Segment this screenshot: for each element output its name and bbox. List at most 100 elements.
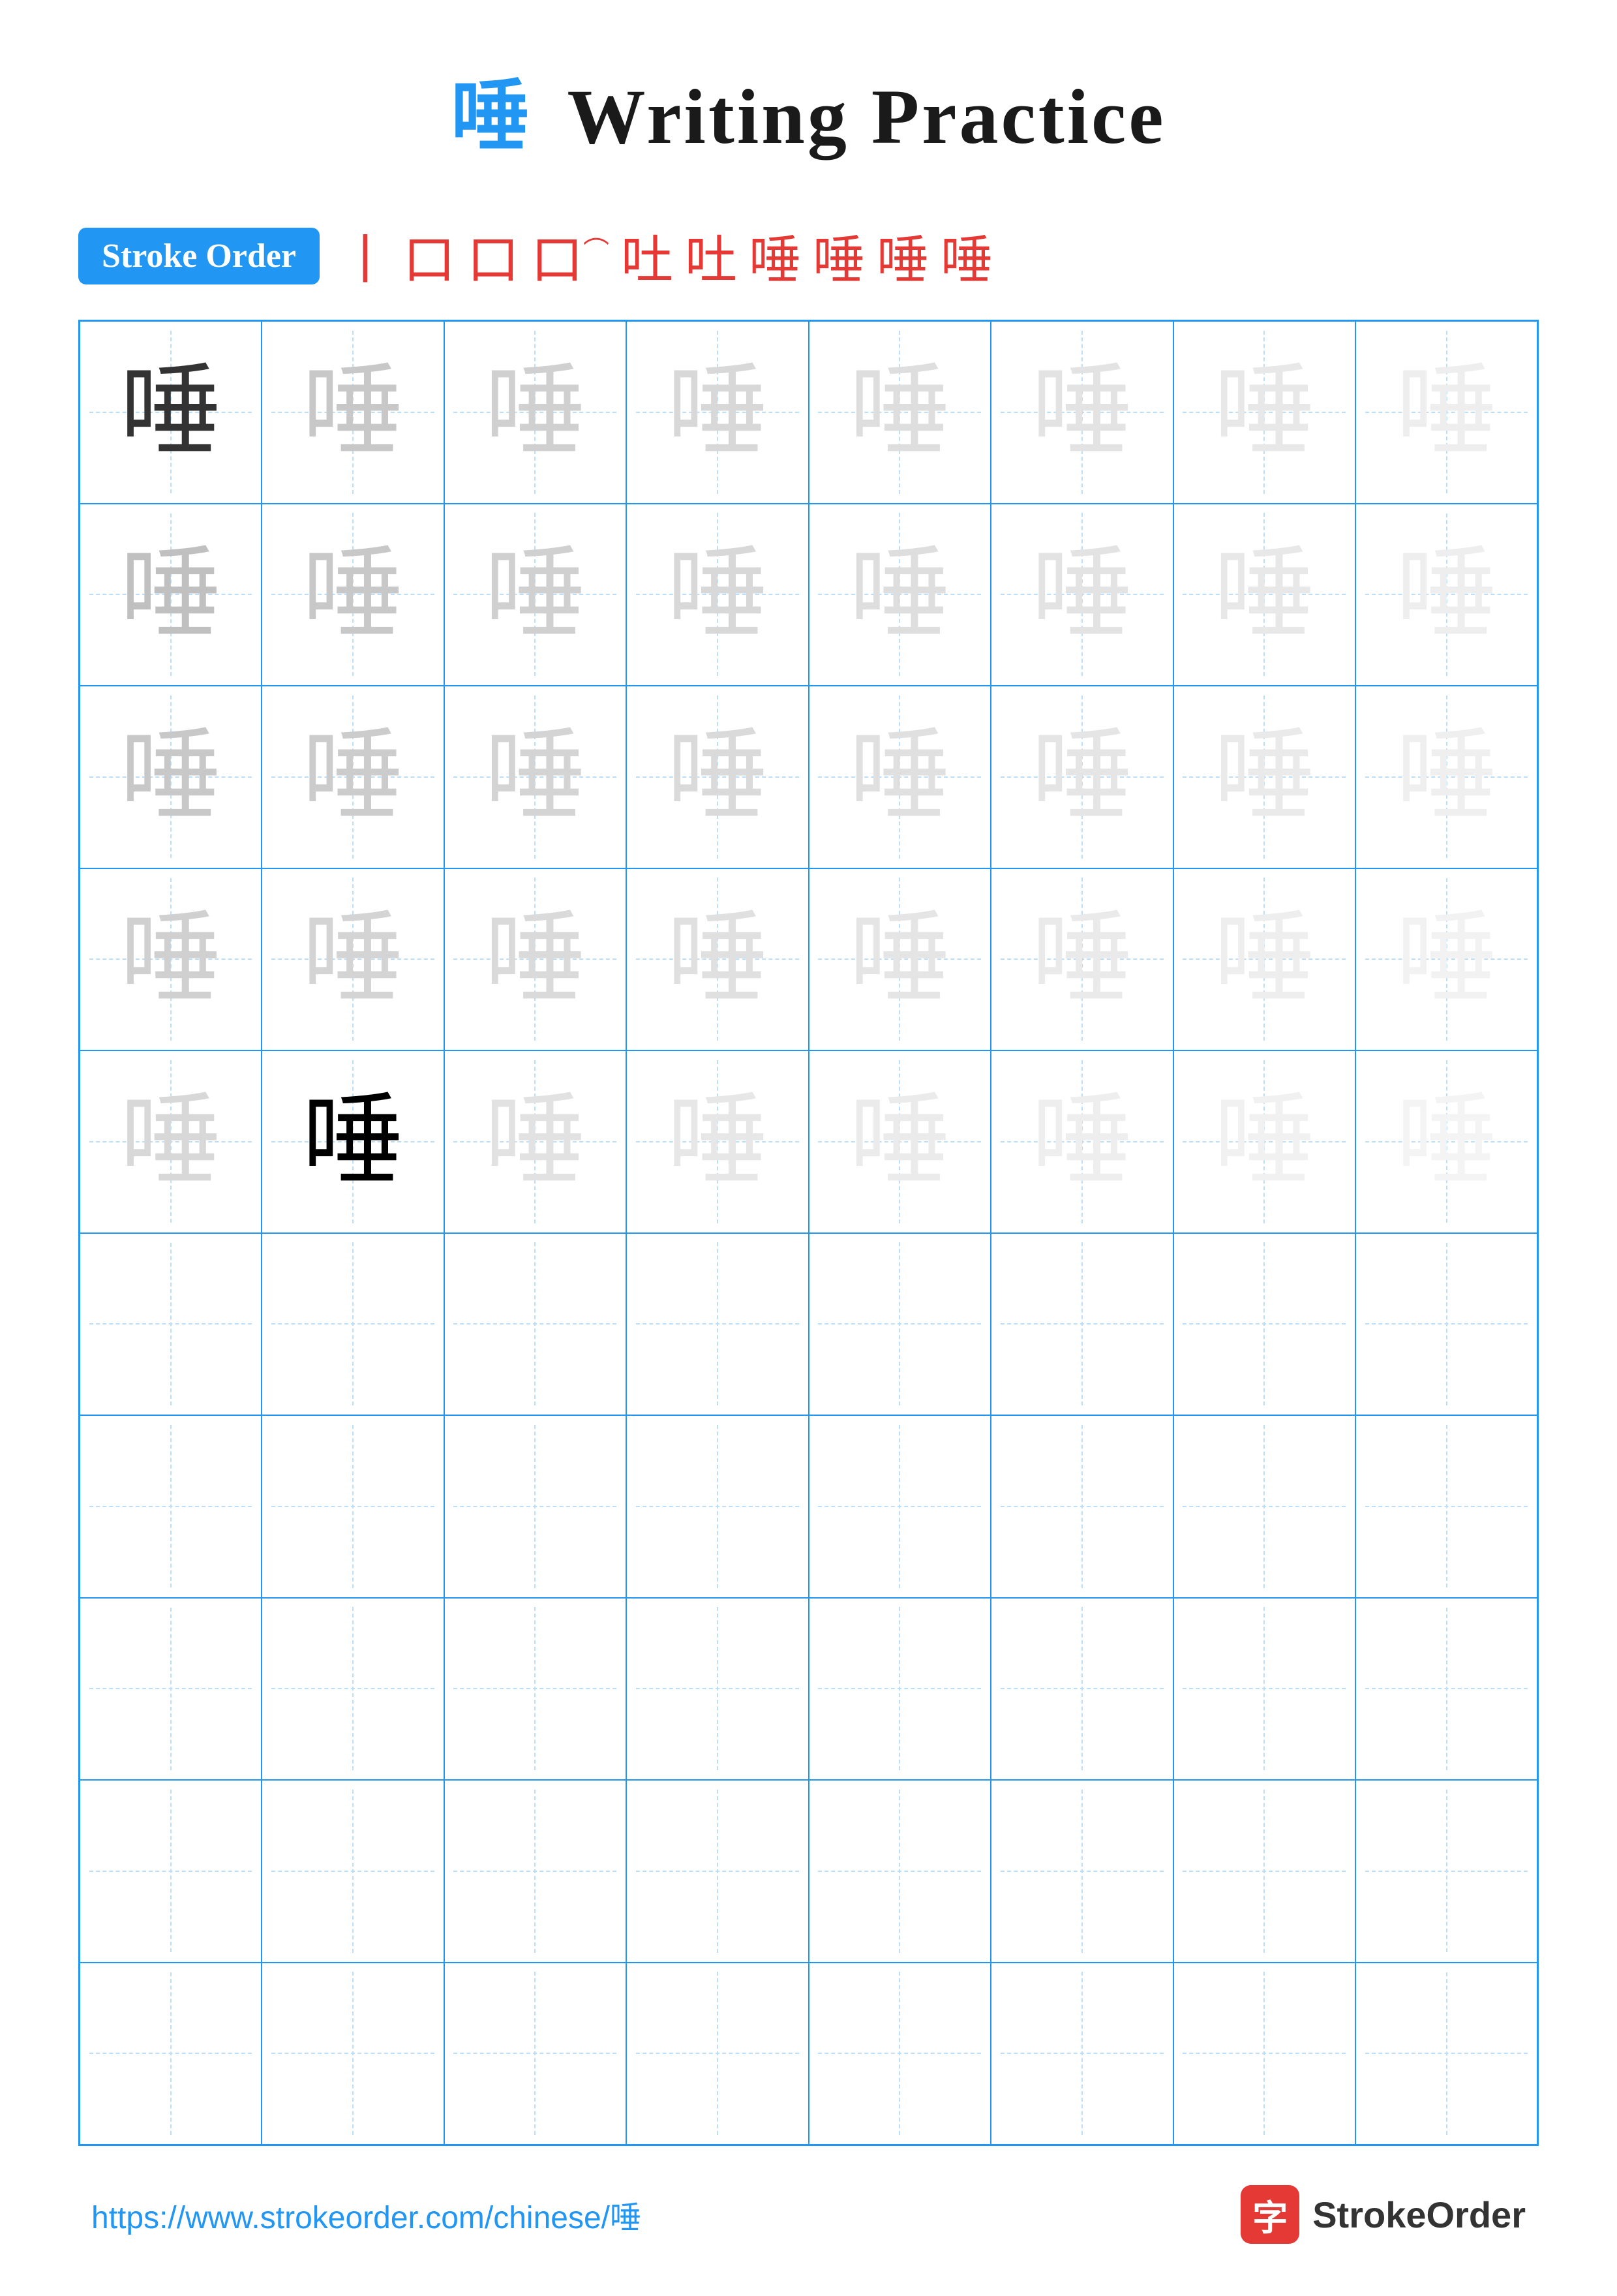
grid-cell-empty[interactable] — [809, 1233, 991, 1416]
grid-cell-empty[interactable] — [1173, 1963, 1356, 2145]
stroke-9: 唾 — [877, 218, 929, 294]
grid-cell[interactable]: 唾 — [626, 868, 809, 1051]
grid-cell-empty[interactable] — [1355, 1780, 1538, 1963]
grid-cell-empty[interactable] — [626, 1415, 809, 1598]
grid-cell-empty[interactable] — [1173, 1415, 1356, 1598]
grid-cell-empty[interactable] — [444, 1963, 627, 2145]
grid-cell-empty[interactable] — [809, 1598, 991, 1781]
practice-char: 唾 — [120, 544, 221, 645]
grid-cell-empty[interactable] — [1173, 1598, 1356, 1781]
grid-cell-empty[interactable] — [262, 1415, 444, 1598]
grid-cell-empty[interactable] — [80, 1780, 262, 1963]
grid-cell[interactable]: 唾 — [1355, 868, 1538, 1051]
grid-cell-empty[interactable] — [626, 1780, 809, 1963]
grid-cell-empty[interactable] — [262, 1233, 444, 1416]
grid-cell[interactable]: 唾 — [444, 868, 627, 1051]
stroke-5: 吐 — [621, 218, 673, 294]
practice-char: 唾 — [1396, 726, 1497, 827]
grid-row-4: 唾 唾 唾 — [80, 868, 1538, 1051]
grid-cell[interactable]: 唾 — [80, 1050, 262, 1233]
stroke-4: 口⌒ — [531, 218, 609, 294]
grid-cell-empty[interactable] — [80, 1598, 262, 1781]
grid-cell-empty[interactable] — [80, 1963, 262, 2145]
grid-cell-empty[interactable] — [1355, 1415, 1538, 1598]
grid-cell-empty[interactable] — [1355, 1233, 1538, 1416]
grid-cell[interactable]: 唾 — [991, 868, 1173, 1051]
grid-cell[interactable]: 唾 — [80, 686, 262, 868]
grid-cell[interactable]: 唾 — [80, 504, 262, 686]
grid-cell[interactable]: 唾 — [262, 868, 444, 1051]
grid-cell[interactable]: 唾 — [626, 504, 809, 686]
practice-char: 唾 — [1214, 361, 1315, 463]
grid-cell[interactable]: 唾 — [262, 321, 444, 504]
grid-cell-empty[interactable] — [262, 1963, 444, 2145]
grid-cell[interactable]: 唾 — [1355, 686, 1538, 868]
grid-cell[interactable]: 唾 — [262, 504, 444, 686]
grid-cell-empty[interactable] — [80, 1233, 262, 1416]
grid-cell[interactable]: 唾 — [809, 1050, 991, 1233]
grid-cell[interactable]: 唾 — [1173, 504, 1356, 686]
grid-cell[interactable]: 唾 — [809, 686, 991, 868]
title-char: 唾 — [451, 73, 532, 160]
grid-cell[interactable]: 唾 — [262, 686, 444, 868]
grid-cell[interactable]: 唾 — [80, 868, 262, 1051]
grid-cell[interactable]: 唾 — [444, 321, 627, 504]
grid-cell[interactable]: 唾 — [809, 868, 991, 1051]
grid-cell[interactable]: 唾 — [626, 686, 809, 868]
grid-cell-empty[interactable] — [1173, 1780, 1356, 1963]
grid-cell[interactable]: 唾 — [1355, 504, 1538, 686]
grid-cell[interactable]: 唾 — [809, 321, 991, 504]
grid-cell[interactable]: 唾 — [444, 686, 627, 868]
grid-cell[interactable]: 唾 — [1173, 868, 1356, 1051]
grid-cell-empty[interactable] — [1355, 1963, 1538, 2145]
practice-char: 唾 — [302, 909, 403, 1010]
practice-char: 唾 — [667, 909, 768, 1010]
stroke-order-badge: Stroke Order — [78, 228, 320, 284]
grid-cell-empty[interactable] — [626, 1598, 809, 1781]
grid-cell-empty[interactable] — [991, 1598, 1173, 1781]
grid-cell-empty[interactable] — [80, 1415, 262, 1598]
footer: https://www.strokeorder.com/chinese/唾 字 … — [78, 2185, 1539, 2244]
grid-cell-empty[interactable] — [991, 1963, 1173, 2145]
grid-cell-empty[interactable] — [809, 1415, 991, 1598]
grid-cell-empty[interactable] — [626, 1233, 809, 1416]
grid-cell[interactable]: 唾 — [1173, 686, 1356, 868]
grid-cell-empty[interactable] — [262, 1598, 444, 1781]
grid-cell[interactable]: 唾 — [991, 1050, 1173, 1233]
grid-cell[interactable]: 唾 — [1355, 321, 1538, 504]
grid-cell-empty[interactable] — [991, 1780, 1173, 1963]
grid-cell-empty[interactable] — [991, 1415, 1173, 1598]
practice-char: 唾 — [1031, 909, 1132, 1010]
grid-cell[interactable]: 唾 — [80, 321, 262, 504]
grid-cell[interactable]: 唾 — [626, 321, 809, 504]
grid-cell-empty[interactable] — [262, 1780, 444, 1963]
grid-cell[interactable]: 唾 — [991, 504, 1173, 686]
grid-cell[interactable]: 唾 — [626, 1050, 809, 1233]
grid-cell[interactable]: 唾 — [991, 321, 1173, 504]
grid-cell-empty[interactable] — [809, 1963, 991, 2145]
practice-char: 唾 — [667, 1091, 768, 1192]
grid-cell[interactable]: 唾 — [262, 1050, 444, 1233]
grid-cell[interactable]: 唾 — [1173, 1050, 1356, 1233]
grid-cell[interactable]: 唾 — [444, 504, 627, 686]
practice-char: 唾 — [849, 726, 950, 827]
grid-cell-empty[interactable] — [444, 1415, 627, 1598]
grid-cell-empty[interactable] — [1173, 1233, 1356, 1416]
grid-cell[interactable]: 唾 — [1355, 1050, 1538, 1233]
grid-row-10 — [80, 1963, 1538, 2145]
grid-cell-empty[interactable] — [444, 1598, 627, 1781]
grid-cell-empty[interactable] — [626, 1963, 809, 2145]
grid-cell-empty[interactable] — [809, 1780, 991, 1963]
footer-url[interactable]: https://www.strokeorder.com/chinese/唾 — [91, 2192, 641, 2237]
practice-char: 唾 — [849, 1091, 950, 1192]
grid-cell-empty[interactable] — [444, 1780, 627, 1963]
page: 唾 Writing Practice Stroke Order 丨 口 口 口⌒… — [0, 0, 1617, 2296]
practice-char: 唾 — [1031, 361, 1132, 463]
grid-cell[interactable]: 唾 — [1173, 321, 1356, 504]
grid-cell-empty[interactable] — [991, 1233, 1173, 1416]
grid-cell[interactable]: 唾 — [991, 686, 1173, 868]
grid-cell-empty[interactable] — [444, 1233, 627, 1416]
grid-cell-empty[interactable] — [1355, 1598, 1538, 1781]
grid-cell[interactable]: 唾 — [809, 504, 991, 686]
grid-cell[interactable]: 唾 — [444, 1050, 627, 1233]
